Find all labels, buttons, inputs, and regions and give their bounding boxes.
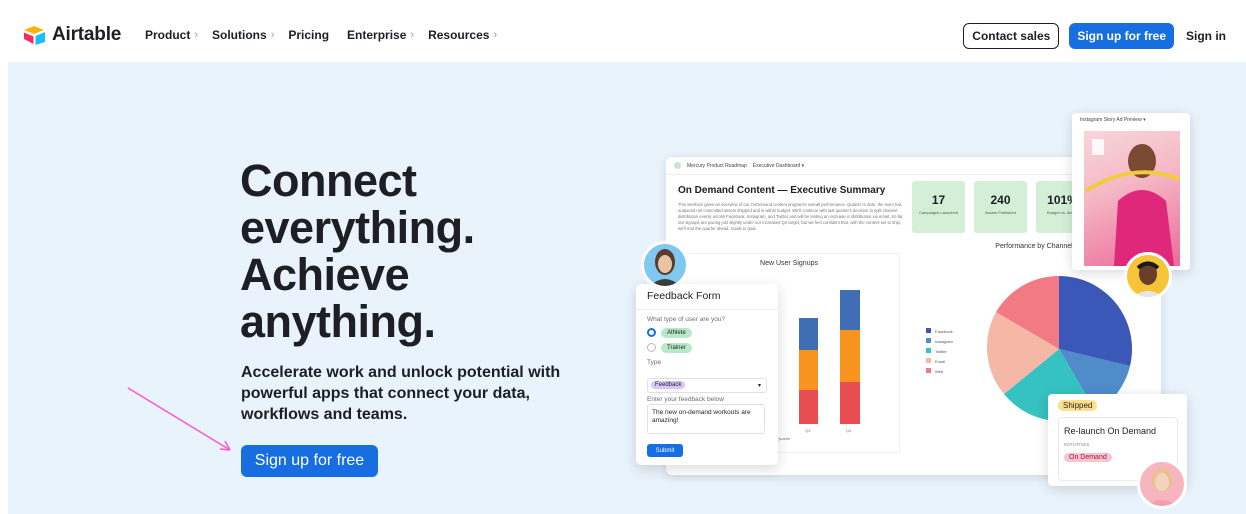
top-nav: Airtable Product › Solutions › Pricing Ent… bbox=[0, 0, 1246, 62]
feedback-form: Feedback Form What type of user are you?… bbox=[636, 284, 778, 465]
legend-label: Twitter bbox=[935, 349, 947, 354]
instagram-card-title[interactable]: Instagram Story Ad Preview ▾ bbox=[1080, 117, 1146, 123]
legend-item: Email bbox=[926, 357, 953, 367]
bar-segment bbox=[799, 318, 818, 350]
person-avatar-icon bbox=[650, 249, 680, 286]
legend-label: Facebook bbox=[935, 329, 953, 334]
stat-label: Assets Published bbox=[985, 210, 1016, 215]
feedback-textarea[interactable]: The new on-demand workouts are amazing! bbox=[647, 404, 765, 434]
breadcrumb-view[interactable]: Executive Dashboard ▾ bbox=[753, 163, 804, 169]
dashboard-title: On Demand Content — Executive Summary bbox=[678, 185, 886, 196]
bar-segment bbox=[799, 390, 818, 424]
legend-swatch bbox=[926, 368, 931, 373]
athlete-radio[interactable] bbox=[647, 328, 656, 337]
menu-label: Resources bbox=[428, 28, 490, 42]
type-label: Type bbox=[647, 359, 662, 366]
legend-swatch bbox=[926, 358, 931, 363]
type-select[interactable]: Feedback ▾ bbox=[647, 378, 767, 393]
menu-solutions[interactable]: Solutions › bbox=[212, 28, 274, 42]
menu-enterprise[interactable]: Enterprise › bbox=[347, 28, 414, 42]
legend-item: Web bbox=[926, 367, 953, 377]
chevron-right-icon: › bbox=[194, 29, 199, 41]
chevron-right-icon: › bbox=[270, 29, 275, 41]
form-title: Feedback Form bbox=[647, 290, 721, 302]
menu-label: Pricing bbox=[288, 28, 330, 42]
legend-swatch bbox=[926, 328, 931, 333]
stat-label: Campaigns Launched bbox=[919, 210, 958, 215]
bar-segment bbox=[840, 330, 860, 382]
type-value-chip: Feedback bbox=[651, 381, 686, 389]
instagram-ad-image bbox=[1084, 131, 1180, 266]
avatar bbox=[641, 241, 689, 289]
menu-resources[interactable]: Resources › bbox=[428, 28, 497, 42]
stat-card: 17 Campaigns Launched bbox=[912, 181, 965, 233]
chevron-right-icon: › bbox=[493, 29, 498, 41]
legend-swatch bbox=[926, 348, 931, 353]
on-demand-chip: On Demand bbox=[1064, 453, 1112, 462]
menu-label: Product bbox=[145, 28, 191, 42]
signin-link[interactable]: Sign in bbox=[1186, 29, 1226, 43]
main-menu: Product › Solutions › Pricing Enterprise › … bbox=[145, 28, 497, 42]
axis-label: Quarter bbox=[777, 436, 791, 441]
hero-headline: Connect everything. Achieve anything. bbox=[240, 155, 475, 347]
shipped-badge: Shipped bbox=[1058, 400, 1098, 411]
airtable-logo[interactable]: Airtable bbox=[24, 24, 121, 46]
stat-card: 240 Assets Published bbox=[974, 181, 1027, 233]
bar-segment bbox=[840, 290, 860, 330]
contact-sales-button[interactable]: Contact sales bbox=[963, 23, 1060, 49]
user-type-label: What type of user are you? bbox=[647, 316, 726, 323]
legend-label: Instagram bbox=[935, 339, 953, 344]
caret-down-icon: ▾ bbox=[757, 383, 761, 389]
hero-subtitle: Accelerate work and unlock potential wit… bbox=[241, 364, 561, 423]
breadcrumb-base[interactable]: Mercury Product Roadmap bbox=[687, 163, 747, 169]
axis-label: Q3 bbox=[805, 428, 811, 433]
stat-value: 17 bbox=[931, 193, 946, 207]
legend-label: Web bbox=[935, 369, 944, 374]
bar-segment bbox=[840, 382, 860, 424]
submit-button[interactable]: Submit bbox=[647, 444, 683, 457]
feedback-label: Enter your feedback below bbox=[647, 396, 724, 403]
person-avatar-icon bbox=[1133, 261, 1163, 297]
legend-swatch bbox=[926, 338, 931, 343]
pink-arrow-icon bbox=[127, 387, 231, 451]
legend-item: Facebook bbox=[926, 327, 953, 337]
athlete-photo bbox=[1084, 139, 1180, 266]
legend-label: Email bbox=[935, 359, 946, 364]
initiative-title: Re-launch On Demand bbox=[1064, 426, 1157, 436]
axis-label: Q4 bbox=[846, 428, 852, 433]
chevron-right-icon: › bbox=[410, 29, 415, 41]
avatar bbox=[1124, 252, 1172, 300]
menu-pricing[interactable]: Pricing bbox=[288, 28, 333, 42]
menu-label: Solutions bbox=[212, 28, 267, 42]
initiative-field-label: INITIATIVES bbox=[1064, 442, 1090, 447]
athlete-chip: Athlete bbox=[661, 328, 692, 338]
instagram-preview-card: Instagram Story Ad Preview ▾ bbox=[1072, 113, 1190, 270]
menu-product[interactable]: Product › bbox=[145, 28, 198, 42]
legend-item: Instagram bbox=[926, 337, 953, 347]
menu-label: Enterprise bbox=[347, 28, 407, 42]
trainer-radio[interactable] bbox=[647, 343, 656, 352]
hero-signup-button[interactable]: Sign up for free bbox=[241, 445, 378, 477]
brand-name: Airtable bbox=[52, 24, 122, 45]
channel-legend: Facebook Instagram Twitter Email Web bbox=[926, 327, 953, 377]
legend-item: Twitter bbox=[926, 347, 953, 357]
avatar bbox=[1137, 459, 1187, 509]
airtable-logo-icon bbox=[24, 26, 45, 45]
base-icon bbox=[674, 162, 681, 169]
form-divider bbox=[636, 309, 778, 310]
nav-signup-button[interactable]: Sign up for free bbox=[1069, 23, 1174, 49]
nav-actions: Contact sales Sign up for free Sign in bbox=[963, 23, 1226, 49]
dashboard-description: This interface gives an overview of our … bbox=[678, 202, 904, 231]
stat-value: 240 bbox=[990, 193, 1011, 207]
person-avatar-icon bbox=[1146, 468, 1178, 506]
bar-segment bbox=[799, 350, 818, 390]
trainer-chip: Trainer bbox=[661, 343, 692, 353]
